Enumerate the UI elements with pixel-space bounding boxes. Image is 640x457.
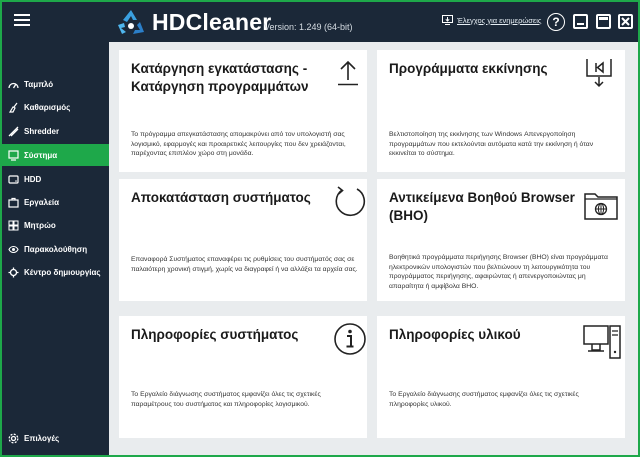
sidebar-item-label: Μητρώο	[24, 220, 56, 230]
sidebar: Ταμπλό Καθαρισμός Shredder Σύστημα HDD Ε…	[2, 42, 109, 455]
card-description: Βοηθητικά προγράμματα περιήγησης Browser…	[389, 254, 608, 290]
app-logo-icon	[118, 10, 144, 34]
sidebar-item-dashboard[interactable]: Ταμπλό	[2, 73, 109, 95]
help-button[interactable]: ?	[547, 13, 565, 31]
minimize-icon	[577, 23, 584, 25]
update-icon	[442, 15, 453, 25]
card-title: Προγράμματα εκκίνησης	[389, 61, 548, 76]
browser-folder-icon	[584, 193, 618, 220]
maximize-icon	[599, 17, 608, 20]
sidebar-item-registry[interactable]: Μητρώο	[2, 214, 109, 236]
minimize-button[interactable]	[573, 14, 588, 29]
tools-icon	[8, 197, 19, 208]
app-window: HDCleaner Version: 1.249 (64-bit) Έλεγχο…	[0, 0, 640, 457]
sidebar-item-label: Shredder	[24, 126, 60, 136]
card-description: Επαναφορά Συστήματος επαναφέρει τις ρυθμ…	[131, 256, 358, 273]
sidebar-item-cleaning[interactable]: Καθαρισμός	[2, 96, 109, 118]
card-title: Κατάργηση εγκατάστασης - Κατάργηση προγρ…	[131, 61, 309, 94]
sidebar-item-system[interactable]: Σύστημα	[2, 144, 109, 166]
sidebar-item-label: Καθαρισμός	[24, 102, 71, 112]
card-bho[interactable]: Αντικείμενα Βοηθού Browser (BHO) Βοηθητι…	[377, 179, 625, 301]
menu-icon[interactable]	[14, 14, 30, 26]
sidebar-item-label: Ταμπλό	[24, 79, 54, 89]
card-title: Αποκατάσταση συστήματος	[131, 190, 311, 205]
sidebar-item-label: Παρακολούθηση	[24, 244, 88, 254]
system-icon	[8, 149, 19, 161]
options-icon	[8, 433, 19, 443]
startup-icon	[586, 59, 612, 88]
dashboard-icon	[8, 82, 19, 88]
close-icon	[621, 17, 630, 26]
sidebar-item-monitoring[interactable]: Παρακολούθηση	[2, 238, 109, 260]
registry-icon	[8, 220, 19, 230]
shredder-icon	[8, 126, 19, 136]
system-tools-grid: Κατάργηση εγκατάστασης - Κατάργηση προγρ…	[109, 42, 638, 455]
sidebar-item-label: Εργαλεία	[24, 197, 60, 207]
card-description: Το Εργαλείο διάγνωσης συστήματος εμφανίζ…	[389, 391, 579, 408]
sidebar-item-options[interactable]: Επιλογές	[2, 427, 109, 449]
card-description: Βελτιστοποίηση της εκκίνησης των Windows…	[389, 131, 594, 157]
clean-icon	[8, 102, 18, 113]
card-title: Πληροφορίες υλικού	[389, 327, 521, 342]
app-title: HDCleaner	[152, 9, 272, 35]
restore-icon	[335, 186, 366, 217]
maximize-button[interactable]	[596, 14, 611, 29]
card-title: Πληροφορίες συστήματος	[131, 327, 299, 342]
sidebar-item-label: Σύστημα	[24, 150, 58, 160]
sidebar-item-creation-center[interactable]: Κέντρο δημιουργίας	[2, 261, 109, 283]
check-updates-label: Έλεγχος για ενημερώσεις	[457, 15, 542, 25]
card-system-info[interactable]: Πληροφορίες συστήματος Το Εργαλείο διάγν…	[119, 316, 367, 438]
sidebar-item-shredder[interactable]: Shredder	[2, 120, 109, 142]
check-updates-link[interactable]: Έλεγχος για ενημερώσεις	[442, 15, 541, 25]
card-hardware-info[interactable]: Πληροφορίες υλικού Το Εργαλείο διάγνωσης…	[377, 316, 625, 438]
info-icon	[334, 323, 366, 355]
sidebar-item-tools[interactable]: Εργαλεία	[2, 191, 109, 213]
card-uninstall[interactable]: Κατάργηση εγκατάστασης - Κατάργηση προγρ…	[119, 50, 367, 172]
card-description: Το Εργαλείο διάγνωσης συστήματος εμφανίζ…	[131, 391, 321, 408]
sidebar-item-hdd[interactable]: HDD	[2, 168, 109, 190]
card-system-restore[interactable]: Αποκατάσταση συστήματος Επαναφορά Συστήμ…	[119, 179, 367, 301]
hdd-icon	[8, 174, 19, 184]
upload-icon	[338, 60, 358, 86]
sidebar-item-label: Επιλογές	[24, 433, 60, 443]
close-button[interactable]	[618, 14, 633, 29]
app-version: Version: 1.249 (64-bit)	[264, 22, 353, 32]
card-title: Αντικείμενα Βοηθού Browser (BHO)	[389, 190, 575, 223]
sidebar-item-label: HDD	[24, 174, 42, 184]
hardware-icon	[583, 325, 621, 359]
creation-center-icon	[8, 267, 19, 277]
title-bar: HDCleaner Version: 1.249 (64-bit) Έλεγχο…	[2, 2, 638, 42]
card-description: Το πρόγραμμα απεγκατάστασης απομακρύνει …	[131, 131, 346, 157]
monitor-icon	[8, 245, 19, 253]
sidebar-item-label: Κέντρο δημιουργίας	[24, 267, 101, 277]
card-startup-programs[interactable]: Προγράμματα εκκίνησης Βελτιστοποίηση της…	[377, 50, 625, 172]
